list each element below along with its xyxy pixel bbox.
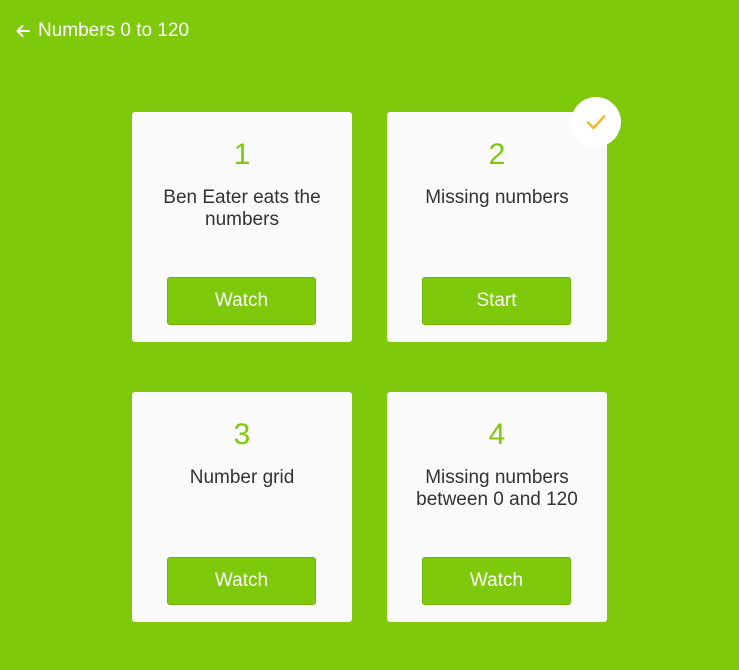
lesson-number: 4 (488, 418, 506, 451)
lesson-card-3: 3 Number grid Watch (132, 392, 352, 622)
watch-button[interactable]: Watch (167, 557, 316, 605)
lesson-title: Missing numbers between 0 and 120 (416, 467, 578, 510)
lesson-card-2: 2 Missing numbers Start (387, 112, 607, 342)
lesson-number: 3 (233, 418, 251, 451)
lesson-number: 1 (233, 138, 251, 171)
lesson-title: Missing numbers (425, 187, 569, 208)
lesson-number: 2 (488, 138, 506, 171)
arrow-left-icon (14, 22, 32, 40)
checkmark-icon (584, 110, 608, 134)
watch-button[interactable]: Watch (422, 557, 571, 605)
completed-badge (571, 97, 621, 147)
back-link[interactable]: Numbers 0 to 120 (14, 18, 189, 44)
start-button[interactable]: Start (422, 277, 571, 325)
watch-button[interactable]: Watch (167, 277, 316, 325)
lesson-card-1: 1 Ben Eater eats the numbers Watch (132, 112, 352, 342)
page-title: Numbers 0 to 120 (38, 20, 190, 41)
lesson-title: Number grid (189, 467, 295, 488)
lesson-card-4: 4 Missing numbers between 0 and 120 Watc… (387, 392, 607, 622)
lesson-title: Ben Eater eats the numbers (163, 187, 321, 230)
